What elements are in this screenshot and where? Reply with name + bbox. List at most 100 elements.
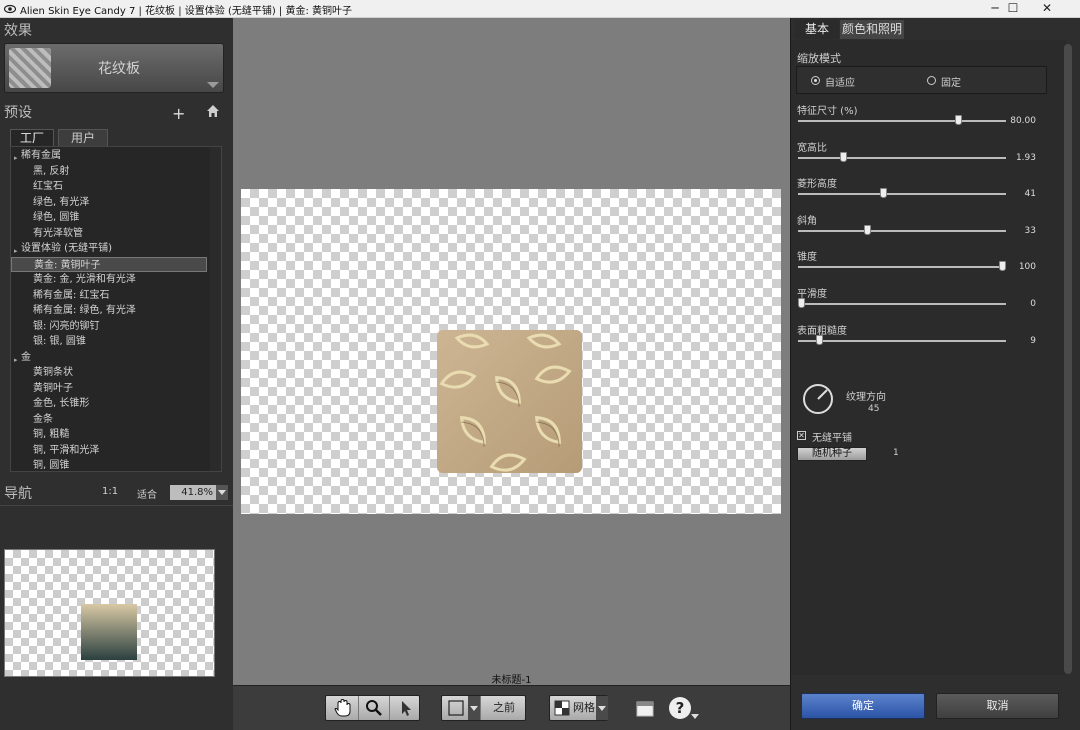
- slider-thumb[interactable]: [954, 115, 962, 125]
- preset-item[interactable]: 红宝石: [11, 179, 207, 194]
- preset-category[interactable]: ▸ 稀有金属: [11, 148, 207, 163]
- slider-label: 宽高比: [797, 142, 827, 154]
- zoom-tool-icon[interactable]: [360, 696, 388, 720]
- tab-user[interactable]: 用户: [58, 129, 108, 147]
- preset-item[interactable]: 金条: [11, 412, 207, 427]
- close-button[interactable]: ✕: [1030, 0, 1064, 18]
- window-title: Alien Skin Eye Candy 7 | 花纹板 | 设置体验 (无缝平…: [20, 6, 353, 17]
- seamless-label: 无缝平铺: [812, 433, 852, 444]
- home-icon[interactable]: [206, 104, 220, 118]
- window-icon[interactable]: [635, 700, 655, 718]
- maximize-button[interactable]: ☐: [996, 0, 1030, 18]
- preset-label: 黄金: 金, 光滑和有光泽: [33, 274, 136, 285]
- cancel-button[interactable]: 取消: [936, 693, 1059, 719]
- effect-selector[interactable]: 花纹板: [4, 43, 224, 93]
- preview-canvas[interactable]: [241, 189, 781, 514]
- preset-item[interactable]: 黄铜叶子: [11, 381, 207, 396]
- preset-item[interactable]: 银: 银, 圆锥: [11, 334, 207, 349]
- slider-label: 特征尺寸 (%): [797, 106, 858, 117]
- preset-scrollbar-track[interactable]: [210, 147, 221, 471]
- dropdown-arrow-icon: [207, 82, 219, 88]
- preset-category[interactable]: ▸ 金: [11, 350, 207, 365]
- preset-item[interactable]: 黄铜条状: [11, 365, 207, 380]
- slider-thumb[interactable]: [798, 298, 805, 308]
- zoom-dropdown-button[interactable]: [216, 485, 228, 500]
- zoom-value-field[interactable]: 41.8%: [170, 485, 216, 500]
- zoom-fit-button[interactable]: 适合: [137, 486, 157, 501]
- slider-track[interactable]: [798, 266, 1006, 269]
- tab-basic[interactable]: 基本: [795, 20, 839, 39]
- grid-dropdown-button[interactable]: [596, 696, 608, 720]
- slider-label: 菱形高度: [797, 179, 837, 191]
- random-seed-button[interactable]: 随机种子: [797, 447, 867, 461]
- radio-adaptive[interactable]: [811, 76, 820, 85]
- preset-label: 金: [21, 351, 31, 363]
- preset-item[interactable]: 银: 闪亮的铆钉: [11, 319, 207, 334]
- preset-item[interactable]: 铜, 圆锥: [11, 458, 207, 471]
- frame-dropdown-button[interactable]: [468, 696, 480, 720]
- grid-background-icon[interactable]: [552, 696, 572, 720]
- settings-scrollbar[interactable]: [1064, 44, 1072, 674]
- add-preset-icon[interactable]: +: [172, 104, 185, 123]
- preset-label: 黑, 反射: [33, 165, 70, 177]
- slider-track[interactable]: [798, 120, 1006, 122]
- seamless-checkbox[interactable]: ✕: [797, 431, 806, 440]
- tab-color-lighting[interactable]: 颜色和照明: [840, 20, 904, 39]
- preset-item[interactable]: 铜, 平滑和光泽: [11, 443, 207, 458]
- preset-label: 红宝石: [33, 181, 63, 192]
- preset-label: 金色, 长锥形: [33, 398, 90, 409]
- slider-value: 41: [1024, 189, 1036, 200]
- left-panel: 效果 花纹板 预设 + 工厂 用户 ▸ 稀有金属 黑, 反射 红宝石 绿色, 有光泽 绿色…: [0, 18, 233, 730]
- slider-thumb[interactable]: [864, 224, 872, 235]
- help-button[interactable]: ?: [669, 697, 691, 719]
- preset-label: 稀有金属: 绿色, 有光泽: [33, 305, 136, 316]
- preset-item[interactable]: 绿色, 圆锥: [11, 210, 207, 225]
- tab-factory[interactable]: 工厂: [10, 129, 54, 147]
- slider-track[interactable]: [798, 339, 1006, 342]
- preset-item[interactable]: 稀有金属: 红宝石: [11, 288, 207, 303]
- chevron-down-icon: [598, 706, 606, 711]
- slider-value: 33: [1024, 225, 1036, 236]
- texture-direction-dial[interactable]: [803, 384, 833, 414]
- slider-thumb[interactable]: [840, 151, 848, 162]
- preset-item[interactable]: 铜, 粗糙: [11, 427, 207, 442]
- chevron-down-icon: [470, 706, 478, 711]
- preset-item[interactable]: 黄金: 金, 光滑和有光泽: [11, 272, 207, 287]
- ok-button[interactable]: 确定: [801, 693, 925, 719]
- slider-track[interactable]: [798, 193, 1006, 196]
- pointer-tool-icon[interactable]: [391, 696, 419, 720]
- grid-group: 网格: [549, 695, 608, 721]
- slider-thumb[interactable]: [880, 188, 888, 199]
- preset-label: 银: 闪亮的铆钉: [33, 320, 100, 332]
- eye-app-icon: [4, 4, 16, 14]
- texture-direction-value: 45: [868, 404, 880, 414]
- slider-track[interactable]: [798, 303, 1006, 305]
- title-bar: Alien Skin Eye Candy 7 | 花纹板 | 设置体验 (无缝平…: [0, 0, 1080, 18]
- radio-fixed[interactable]: [927, 76, 936, 85]
- slider-thumb[interactable]: [999, 261, 1006, 272]
- preset-item[interactable]: 黄金: 黄铜叶子: [11, 256, 207, 272]
- effects-title: 效果: [4, 23, 32, 39]
- frame-toggle-icon[interactable]: [444, 696, 468, 720]
- basic-settings: 缩放模式 自适应 固定 特征尺寸 (%) 80.00 宽高比 1.93 菱形高度 41 斜角…: [791, 40, 1066, 675]
- document-name: 未标题-1: [491, 675, 532, 686]
- tool-separator: [358, 696, 359, 720]
- preset-item[interactable]: 稀有金属: 绿色, 有光泽: [11, 303, 207, 318]
- hand-tool-icon[interactable]: [330, 696, 356, 720]
- slider-track[interactable]: [798, 156, 1006, 159]
- zoom-1to1-button[interactable]: 1:1: [102, 486, 118, 497]
- preset-list: ▸ 稀有金属黑, 反射红宝石绿色, 有光泽 绿色, 圆锥 有光泽软管 ▸ 设置体验 (无缝…: [10, 146, 222, 472]
- slider-track[interactable]: [798, 229, 1006, 232]
- slider-value: 80.00: [1010, 116, 1036, 126]
- grid-button[interactable]: 网格: [572, 696, 596, 720]
- before-button[interactable]: 之前: [482, 696, 526, 720]
- preset-item[interactable]: 有光泽软管: [11, 226, 207, 241]
- preset-item[interactable]: 黑, 反射: [11, 164, 207, 179]
- navigator-preview[interactable]: [4, 549, 215, 677]
- preset-category[interactable]: ▸ 设置体验 (无缝平铺): [11, 241, 207, 256]
- preset-item[interactable]: 绿色, 有光泽: [11, 195, 207, 210]
- preset-item[interactable]: 金色, 长锥形: [11, 396, 207, 411]
- effect-thumbnail: [9, 48, 51, 88]
- help-dropdown-icon[interactable]: [691, 712, 699, 720]
- slider-thumb[interactable]: [816, 334, 824, 345]
